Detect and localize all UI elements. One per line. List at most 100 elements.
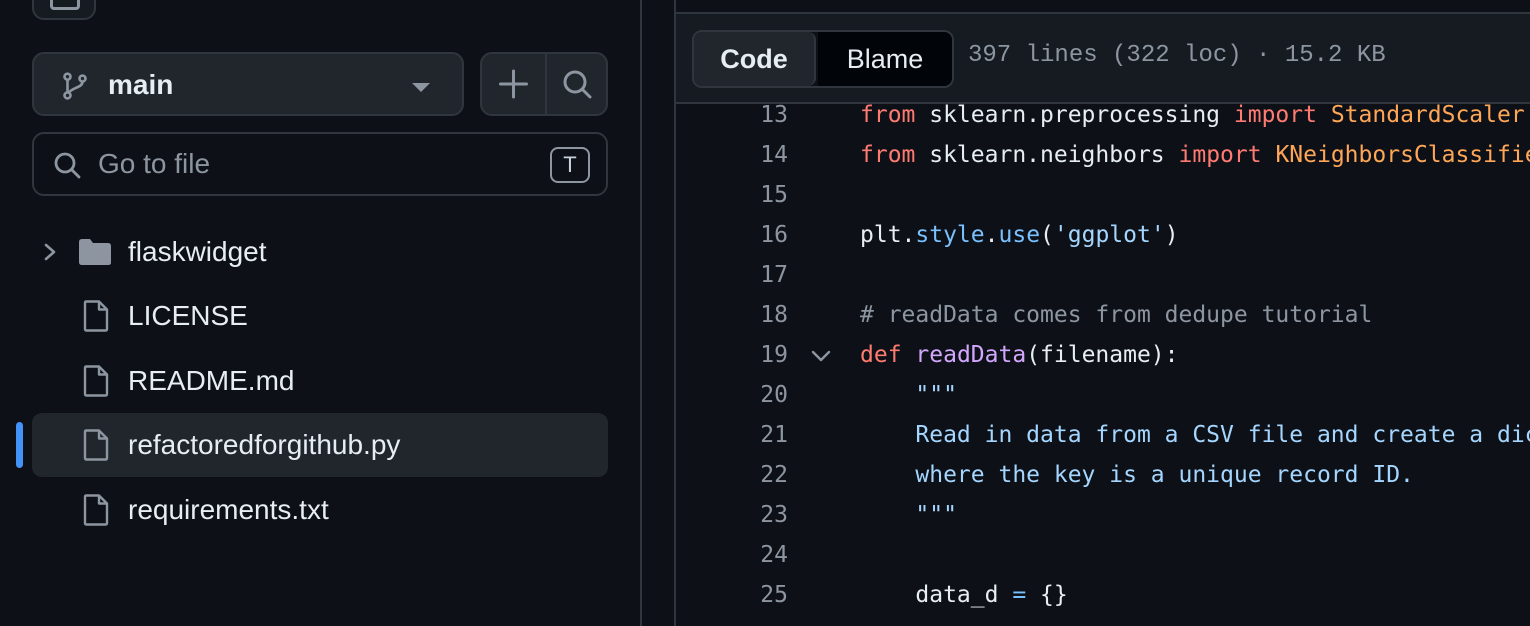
branch-selector-button[interactable]: main	[32, 52, 464, 116]
search-icon	[54, 152, 81, 179]
code-text: plt.style.use('ggplot')	[860, 222, 1179, 248]
code-text: where the key is a unique record ID.	[860, 462, 1414, 488]
tree-item-label: README.md	[128, 365, 295, 396]
code-token: sklearn.neighbors	[915, 142, 1179, 168]
code-token: from	[860, 142, 916, 168]
code-line: 19 def readData(filename):	[676, 336, 1530, 376]
code-line: 14 from sklearn.neighbors import KNeighbo…	[676, 136, 1530, 176]
tree-item-readme[interactable]: README.md	[32, 349, 608, 413]
line-number[interactable]: 17	[676, 262, 788, 288]
line-number[interactable]: 18	[676, 302, 788, 328]
code-token: use	[998, 222, 1041, 248]
go-to-file-field: T	[32, 132, 608, 196]
line-number[interactable]: 24	[676, 542, 788, 568]
code-token: (	[1040, 222, 1054, 248]
collapse-sidebar-button[interactable]	[32, 0, 96, 20]
code-text: def readData(filename):	[860, 342, 1179, 368]
code-text: from sklearn.neighbors import KNeighbors…	[860, 142, 1530, 168]
code-token: plt.	[860, 222, 916, 248]
code-token: """	[860, 502, 957, 528]
code-token: (filename):	[1026, 342, 1179, 368]
file-icon	[83, 494, 109, 526]
line-number[interactable]: 14	[676, 142, 788, 168]
line-number[interactable]: 13	[676, 102, 788, 128]
line-number[interactable]: 16	[676, 222, 788, 248]
code-token: import	[1178, 142, 1262, 168]
tab-blame[interactable]: Blame	[818, 32, 952, 86]
code-text: """	[860, 502, 957, 528]
go-to-file-input[interactable]	[98, 144, 538, 184]
sidebar-icon	[50, 0, 80, 10]
code-token: data_d	[860, 582, 1013, 608]
code-token: KNeighborsClassifier	[1261, 142, 1530, 168]
view-mode-toggle: Code Blame	[692, 30, 954, 88]
line-number[interactable]: 15	[676, 182, 788, 208]
code-token: .	[984, 222, 999, 248]
code-line: 20 """	[676, 376, 1530, 416]
tree-item-label: refactoredforgithub.py	[128, 429, 401, 460]
chevron-down-icon	[412, 83, 430, 92]
search-icon	[563, 70, 592, 99]
tree-item-requirements[interactable]: requirements.txt	[32, 478, 608, 542]
code-line: 16 plt.style.use('ggplot')	[676, 216, 1530, 256]
code-text: # readData comes from dedupe tutorial	[860, 302, 1372, 328]
tree-item-flaskwidget[interactable]: flaskwidget	[32, 220, 608, 284]
code-line: 13 from sklearn.preprocessing import Stan…	[676, 96, 1530, 136]
file-icon	[83, 365, 109, 397]
chevron-right-icon[interactable]	[40, 240, 60, 264]
file-icon	[83, 300, 109, 332]
line-number[interactable]: 22	[676, 462, 788, 488]
tab-code[interactable]: Code	[694, 32, 816, 86]
code-token: import	[1233, 102, 1317, 128]
tree-item-label: LICENSE	[128, 300, 248, 331]
line-number[interactable]: 20	[676, 382, 788, 408]
code-line: 25 data_d = {}	[676, 576, 1530, 616]
file-tree-sidebar: main T flaskwidget	[0, 0, 640, 626]
code-text: Read in data from a CSV file and create …	[860, 422, 1530, 448]
fold-chevron-down-icon[interactable]	[810, 346, 832, 366]
code-line: 15	[676, 176, 1530, 216]
code-text: from sklearn.preprocessing import Standa…	[860, 102, 1525, 128]
code-token: StandardScaler	[1316, 102, 1525, 128]
line-number[interactable]: 19	[676, 342, 788, 368]
code-token: where the key is a unique record ID.	[860, 462, 1414, 488]
add-file-button[interactable]	[482, 54, 545, 114]
branch-name: main	[108, 69, 174, 100]
code-token: style	[915, 222, 985, 248]
files-heading-cut	[128, 0, 188, 2]
code-token: Read in data from a CSV file and create …	[915, 422, 1530, 448]
file-info-text: 397 lines (322 loc) · 15.2 KB	[968, 42, 1386, 69]
code-token: """	[860, 382, 957, 408]
tree-actions-group	[480, 52, 608, 116]
code-line: 21 Read in data from a CSV file and crea…	[676, 416, 1530, 456]
code-text: """	[860, 382, 957, 408]
git-branch-icon	[63, 72, 87, 100]
code-line: 23 """	[676, 496, 1530, 536]
tree-item-refactoredforgithub[interactable]: refactoredforgithub.py	[32, 413, 608, 477]
keyboard-shortcut-badge: T	[550, 147, 590, 183]
line-number[interactable]: 23	[676, 502, 788, 528]
line-number[interactable]: 21	[676, 422, 788, 448]
code-line: 22 where the key is a unique record ID.	[676, 456, 1530, 496]
code-toolbar: Code Blame 397 lines (322 loc) · 15.2 KB	[676, 14, 1530, 104]
search-code-button[interactable]	[547, 54, 606, 114]
tree-item-license[interactable]: LICENSE	[32, 284, 608, 348]
code-lines: 13 from sklearn.preprocessing import Stan…	[676, 96, 1530, 626]
file-icon	[83, 429, 109, 461]
code-line: 18 # readData comes from dedupe tutorial	[676, 296, 1530, 336]
line-number[interactable]: 25	[676, 582, 788, 608]
code-token: sklearn.preprocessing	[915, 102, 1234, 128]
code-token: from	[860, 102, 916, 128]
folder-icon	[79, 239, 111, 265]
tree-item-label: requirements.txt	[128, 494, 329, 525]
active-item-indicator	[16, 422, 23, 468]
code-token: readData	[915, 342, 1027, 368]
code-line: 17	[676, 256, 1530, 296]
code-token: 'ggplot'	[1053, 222, 1165, 248]
code-token: def	[860, 342, 902, 368]
code-text: data_d = {}	[860, 582, 1068, 608]
code-token: {}	[1026, 582, 1068, 608]
code-token: )	[1164, 222, 1179, 248]
code-line: 24	[676, 536, 1530, 576]
